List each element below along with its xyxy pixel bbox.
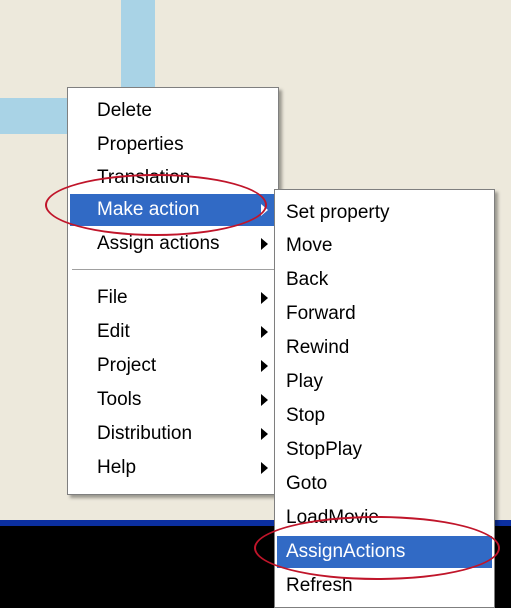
menu-item-make-action[interactable]: Make action: [70, 194, 276, 226]
submenu-arrow-icon: [261, 428, 268, 440]
menu-item-assign-actions[interactable]: Assign actions: [70, 228, 276, 260]
submenu-item-stopplay[interactable]: StopPlay: [277, 434, 492, 466]
menu-item-label: Edit: [97, 321, 130, 342]
menu-item-label: Tools: [97, 389, 142, 410]
menu-item-properties[interactable]: Properties: [70, 129, 276, 161]
menu-item-delete[interactable]: Delete: [70, 95, 276, 127]
submenu-item-label: AssignActions: [286, 541, 406, 562]
menu-item-label: File: [97, 287, 128, 308]
submenu-item-label: Stop: [286, 405, 326, 426]
submenu-item-stop[interactable]: Stop: [277, 400, 492, 432]
context-menu: Delete Properties Translation Make actio…: [67, 87, 279, 495]
submenu-item-play[interactable]: Play: [277, 366, 492, 398]
menu-separator: [72, 269, 274, 271]
menu-item-distribution[interactable]: Distribution: [70, 418, 276, 450]
submenu-item-forward[interactable]: Forward: [277, 298, 492, 330]
submenu-item-label: LoadMovie: [286, 507, 379, 528]
menu-item-help[interactable]: Help: [70, 452, 276, 484]
submenu-item-label: Forward: [286, 303, 356, 324]
background-stripe-vertical: [121, 0, 155, 100]
menu-item-label: Help: [97, 457, 137, 478]
submenu-item-label: Back: [286, 269, 329, 290]
submenu-item-rewind[interactable]: Rewind: [277, 332, 492, 364]
submenu-arrow-icon: [261, 360, 268, 372]
submenu-item-loadmovie[interactable]: LoadMovie: [277, 502, 492, 534]
submenu-arrow-icon: [261, 204, 268, 216]
submenu-item-label: Goto: [286, 473, 328, 494]
menu-item-label: Assign actions: [97, 233, 220, 254]
background-stripe-horizontal: [0, 98, 75, 134]
submenu-item-set-property[interactable]: Set property: [277, 197, 492, 229]
menu-item-label: Translation: [97, 167, 191, 188]
submenu-item-label: Rewind: [286, 337, 350, 358]
submenu-item-refresh[interactable]: Refresh: [277, 570, 492, 602]
submenu-item-goto[interactable]: Goto: [277, 468, 492, 500]
submenu-arrow-icon: [261, 292, 268, 304]
menu-item-label: Properties: [97, 134, 184, 155]
menu-item-edit[interactable]: Edit: [70, 316, 276, 348]
menu-item-label: Project: [97, 355, 157, 376]
submenu-item-back[interactable]: Back: [277, 264, 492, 296]
menu-item-file[interactable]: File: [70, 282, 276, 314]
submenu-item-move[interactable]: Move: [277, 230, 492, 262]
menu-item-project[interactable]: Project: [70, 350, 276, 382]
submenu-arrow-icon: [261, 326, 268, 338]
submenu-item-label: Refresh: [286, 575, 353, 596]
menu-item-label: Make action: [97, 199, 200, 220]
submenu-arrow-icon: [261, 462, 268, 474]
menu-item-tools[interactable]: Tools: [70, 384, 276, 416]
submenu-item-label: StopPlay: [286, 439, 363, 460]
menu-item-label: Delete: [97, 100, 152, 121]
submenu-item-assignactions[interactable]: AssignActions: [277, 536, 492, 568]
submenu-arrow-icon: [261, 394, 268, 406]
menu-item-label: Distribution: [97, 423, 193, 444]
make-action-submenu: Set property Move Back Forward Rewind Pl…: [274, 189, 495, 608]
submenu-item-label: Move: [286, 235, 333, 256]
menu-item-translation[interactable]: Translation: [70, 162, 276, 194]
submenu-item-label: Play: [286, 371, 323, 392]
submenu-item-label: Set property: [286, 202, 390, 223]
submenu-arrow-icon: [261, 238, 268, 250]
